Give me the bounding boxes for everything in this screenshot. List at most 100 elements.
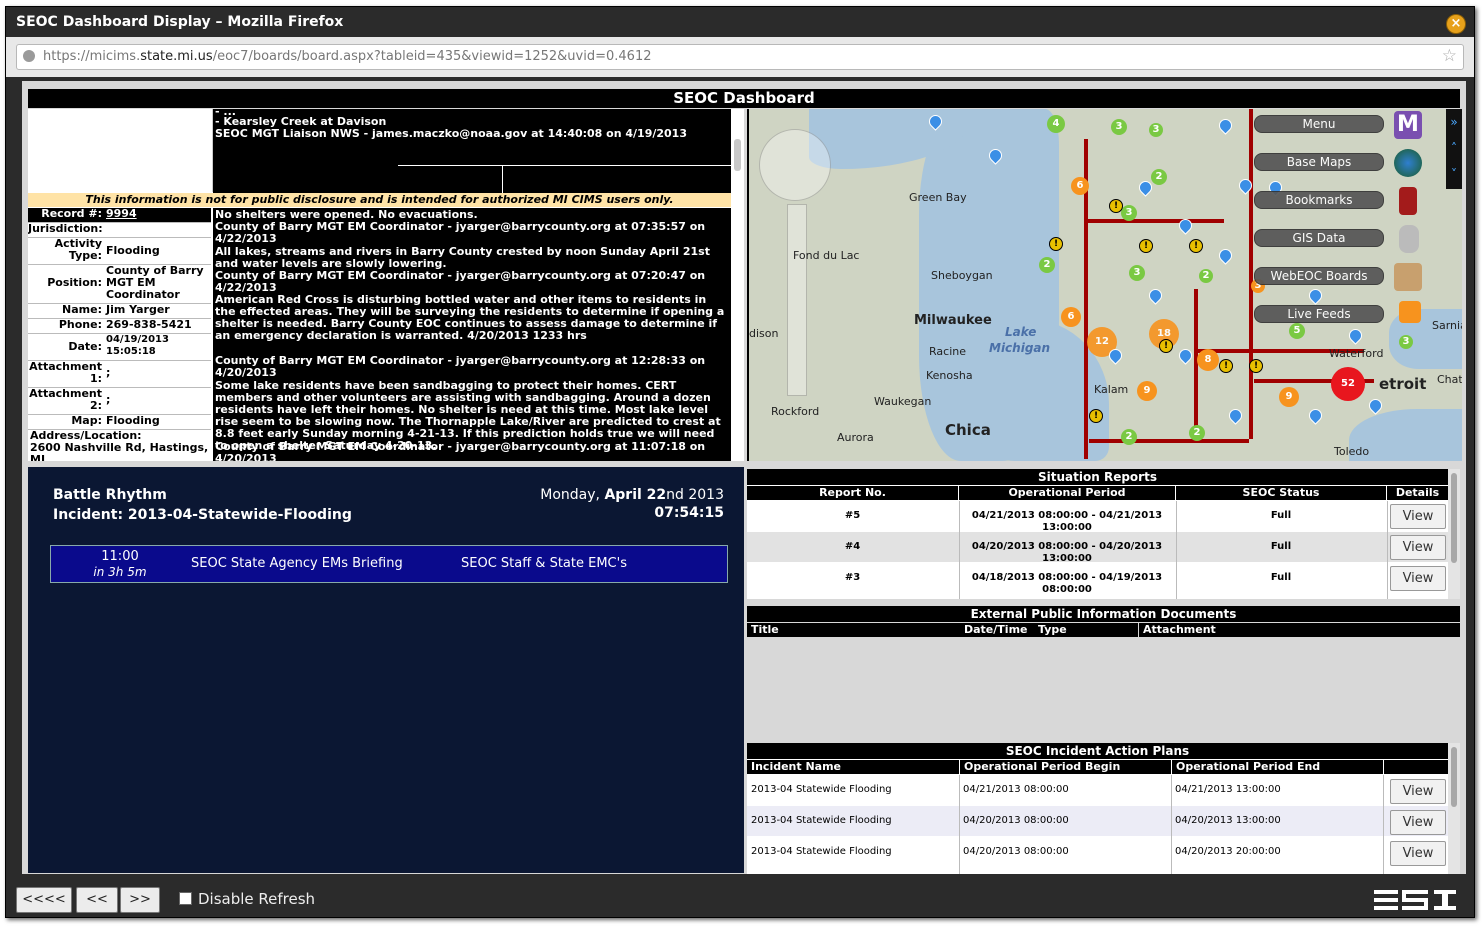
url-text[interactable]: https://micims.state.mi.us/eoc7/boards/b…: [43, 49, 652, 64]
map-toolbar-arrows[interactable]: » ˄ ˅: [1446, 109, 1462, 189]
external-documents-title: External Public Information Documents: [747, 606, 1460, 622]
dashboard-title: SEOC Dashboard: [28, 89, 1460, 108]
map-live-feeds-button[interactable]: Live Feeds: [1254, 305, 1384, 323]
record-header-blank: [28, 109, 213, 192]
situation-scrollbar[interactable]: [1448, 469, 1460, 599]
column-header: Attachment: [1139, 623, 1460, 637]
event-countdown: in 3h 5m: [93, 565, 147, 579]
bookmark-star-icon[interactable]: ☆: [1442, 46, 1457, 66]
map-base-maps-button[interactable]: Base Maps: [1254, 153, 1384, 171]
field-record-number: Record #: 9994: [28, 208, 211, 223]
chevron-up-icon: ˄: [1451, 141, 1457, 155]
map-menu-button[interactable]: Menu: [1254, 115, 1384, 133]
column-header: SEOC Status: [1176, 486, 1386, 500]
situation-reports-panel: Situation Reports Report No. Operational…: [747, 469, 1460, 599]
globe-icon: [23, 50, 35, 62]
record-top-line: SEOC MGT Liaison NWS - james.maczko@noaa…: [215, 127, 687, 140]
rss-icon[interactable]: [1399, 301, 1421, 323]
bottom-toolbar: <<<< << >> Disable Refresh: [6, 881, 1474, 917]
iap-scrollbar[interactable]: [1448, 743, 1460, 874]
view-button[interactable]: View: [1390, 504, 1446, 529]
external-documents-panel: External Public Information Documents Ti…: [747, 606, 1460, 736]
map-gis-data-button[interactable]: GIS Data: [1254, 229, 1384, 247]
view-button[interactable]: View: [1390, 535, 1446, 560]
view-button[interactable]: View: [1390, 779, 1446, 804]
event-name: SEOC State Agency EMs Briefing: [191, 556, 403, 571]
column-header: Type: [1034, 623, 1138, 637]
navigation-bar: https://micims.state.mi.us/eoc7/boards/b…: [6, 37, 1474, 77]
table-row: 2013-04 Statewide Flooding 04/21/2013 08…: [747, 775, 1448, 805]
column-header: Date/Time: [960, 623, 1034, 637]
m-logo-icon[interactable]: M: [1394, 111, 1422, 139]
close-icon[interactable]: ×: [1446, 14, 1466, 34]
record-panel: - ... - Kearsley Creek at Davison SEOC M…: [28, 109, 744, 461]
event-attendees: SEOC Staff & State EMC's: [461, 556, 627, 571]
map-bookmarks-button[interactable]: Bookmarks: [1254, 191, 1384, 209]
column-header: Title: [747, 623, 963, 637]
column-header: Operational Period End: [1172, 760, 1383, 774]
column-header: Details: [1387, 486, 1448, 500]
table-row: 2013-04 Statewide Flooding 04/20/2013 08…: [747, 806, 1448, 836]
table-row: #3 04/18/2013 08:00:00 - 04/19/2013 08:0…: [747, 563, 1448, 595]
book-icon[interactable]: [1399, 187, 1417, 215]
battle-rhythm-panel: Battle Rhythm Incident: 2013-04-Statewid…: [28, 467, 744, 873]
globe-icon[interactable]: [1394, 149, 1422, 177]
column-header: Report No.: [747, 486, 958, 500]
table-row: #5 04/21/2013 08:00:00 - 04/21/2013 13:0…: [747, 501, 1448, 533]
update-text: American Red Cross is disturbing bottled…: [215, 293, 725, 342]
record-top-text: - ... - Kearsley Creek at Davison SEOC M…: [213, 109, 744, 193]
first-page-button[interactable]: <<<<: [16, 887, 72, 913]
view-button[interactable]: View: [1390, 841, 1446, 866]
chevron-double-right-icon: »: [1450, 115, 1458, 129]
field-attachment-1: Attachment 1:;: [28, 361, 211, 388]
column-header: Incident Name: [747, 760, 959, 774]
disable-refresh-checkbox[interactable]: Disable Refresh: [179, 890, 315, 908]
record-updates: No shelters were opened. No evacuations.…: [213, 208, 731, 461]
update-text: All lakes, streams and rivers in Barry C…: [215, 245, 710, 270]
field-date: Date: 04/19/2013 15:05:18: [28, 334, 211, 361]
current-time: 07:54:15: [654, 505, 724, 521]
record-number-link[interactable]: 9994: [106, 208, 210, 220]
record-scrollbar[interactable]: [732, 109, 744, 461]
disclaimer: This information is not for public discl…: [28, 193, 731, 207]
map-webeoc-boards-button[interactable]: WebEOC Boards: [1254, 267, 1384, 285]
title-bar: SEOC Dashboard Display – Mozilla Firefox…: [6, 7, 1474, 37]
update-author: County of Barry MGT EM Coordinator - jya…: [215, 269, 706, 294]
map-zoom-slider[interactable]: [787, 204, 807, 396]
battle-rhythm-event[interactable]: 11:00 in 3h 5m SEOC State Agency EMs Bri…: [50, 545, 728, 583]
record-top-cells: [398, 165, 744, 193]
view-button[interactable]: View: [1390, 810, 1446, 835]
column-header: Operational Period: [959, 486, 1175, 500]
gis-map[interactable]: Green Bay Fond du Lac Sheboygan Milwauke…: [747, 109, 1462, 461]
incident-action-plans-panel: SEOC Incident Action Plans Incident Name…: [747, 743, 1460, 874]
field-attachment-2: Attachment 2:;: [28, 388, 211, 415]
field-position: Position: County of Barry MGT EM Coordina…: [28, 265, 211, 304]
next-page-button[interactable]: >>: [120, 887, 160, 913]
esi-logo-icon: [1374, 890, 1456, 910]
incident-name: Incident: 2013-04-Statewide-Flooding: [53, 507, 352, 523]
incident-action-plans-title: SEOC Incident Action Plans: [747, 743, 1448, 759]
window-title: SEOC Dashboard Display – Mozilla Firefox: [16, 14, 344, 30]
url-bar[interactable]: https://micims.state.mi.us/eoc7/boards/b…: [16, 44, 1464, 70]
battle-rhythm-title: Battle Rhythm: [53, 487, 167, 503]
table-row: 2013-04 Statewide Flooding 04/20/2013 08…: [747, 837, 1448, 867]
current-date: Monday, April 22nd 2013: [540, 487, 724, 503]
situation-reports-title: Situation Reports: [747, 469, 1448, 485]
previous-page-button[interactable]: <<: [76, 887, 118, 913]
browser-window: SEOC Dashboard Display – Mozilla Firefox…: [5, 6, 1475, 918]
update-author: County of Barry MGT EM Coordinator - jya…: [215, 440, 706, 462]
field-activity-type: Activity Type: Flooding: [28, 238, 211, 265]
update-author: County of Barry MGT EM Coordinator - jya…: [215, 220, 706, 245]
update-author: County of Barry MGT EM Coordinator - jya…: [215, 354, 706, 379]
field-address: Address/Location: 2600 Nashville Rd, Has…: [30, 429, 209, 462]
field-name: Name: Jim Yarger: [28, 304, 211, 319]
column-header: [1384, 760, 1448, 774]
field-map: Map: Flooding: [28, 415, 211, 430]
database-icon[interactable]: [1399, 225, 1419, 253]
map-pan-control[interactable]: [759, 129, 831, 201]
event-time: 11:00: [101, 549, 139, 564]
boards-icon[interactable]: [1394, 263, 1422, 291]
dashboard-content: SEOC Dashboard - ... - Kearsley Creek at…: [22, 81, 1466, 874]
field-phone: Phone: 269-838-5421: [28, 319, 211, 334]
view-button[interactable]: View: [1390, 566, 1446, 591]
